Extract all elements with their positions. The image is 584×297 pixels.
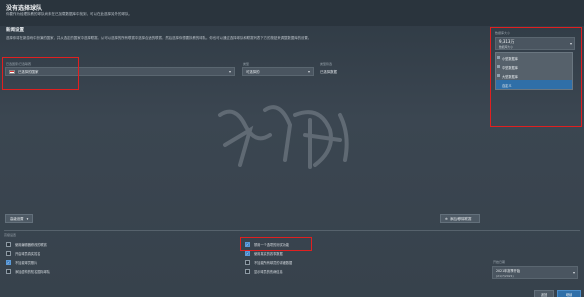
option-checkbox[interactable]: ✓ 使用真实的赛事数据 (245, 250, 283, 257)
add-remove-league-button[interactable]: ⊕ 添加/移除联赛 (440, 214, 480, 223)
league-label: 类型 (243, 62, 250, 66)
checkbox-icon[interactable] (6, 251, 11, 256)
start-date-panel: 开始日期 2021年赛季开始 (21/7/2021) ▾ (492, 258, 580, 284)
chevron-down-icon: ▾ (307, 69, 310, 74)
checkbox-icon[interactable] (6, 242, 11, 247)
checkbox-checked-icon[interactable]: ✓ (245, 251, 250, 256)
league-value: 可选择的 (246, 70, 260, 74)
page-subtitle: 你要作为经理执教的球队尚未在已加载数据库中找到，可以在此选择另外的球队。 (6, 12, 132, 16)
type-label: 类型筛选 (320, 62, 333, 66)
chevron-down-icon: ▾ (26, 216, 29, 221)
plus-icon: ⊕ (445, 216, 448, 221)
type-value: 已选择数据 (320, 70, 337, 74)
back-button[interactable]: 返回 (534, 290, 554, 297)
page-header: 没有选择球队 你要作为经理执教的球队尚未在已加载数据库中找到，可以在此选择另外的… (0, 0, 584, 26)
checkbox-checked-icon[interactable]: ✓ (6, 260, 11, 265)
section-title: 新闻设置 (6, 28, 24, 33)
option-checkbox[interactable]: 显示球员的伤病信息 (245, 268, 283, 275)
highlight-box-database (490, 27, 582, 127)
option-checkbox[interactable]: 不加载所有球员的详细数据 (245, 259, 292, 266)
option-checkbox[interactable]: 添加虚构的知名国际球队 (6, 268, 50, 275)
checkbox-icon[interactable] (6, 269, 11, 274)
section-description: 选择你将在新游戏中扮演的国家，并从选定的国家中选择联赛。从可以选择的所有联赛中选… (6, 36, 312, 40)
page-title: 没有选择球队 (6, 5, 43, 12)
start-date-select[interactable]: 2021年赛季开始 (21/7/2021) ▾ (492, 266, 578, 279)
chevron-down-icon: ▾ (572, 270, 575, 275)
start-date-value: 2021年赛季开始 (496, 269, 521, 273)
option-checkbox[interactable]: ✓ 不加载球员照片 (6, 259, 37, 266)
checkbox-icon[interactable] (245, 260, 250, 265)
chevron-down-icon: ▾ (228, 69, 231, 74)
league-select[interactable]: 可选择的 ▾ (242, 67, 314, 76)
highlight-box-option (240, 237, 312, 251)
continue-button[interactable]: 继续 (557, 290, 581, 297)
options-header: 高级设置 (4, 233, 17, 237)
option-checkbox[interactable]: 使用编辑器修改的联赛 (6, 241, 47, 248)
divider (4, 230, 580, 231)
checkbox-icon[interactable] (245, 269, 250, 274)
start-date-sub: (21/7/2021) (496, 273, 514, 278)
advanced-settings-button[interactable]: 高级设置 ▾ (5, 214, 34, 223)
option-checkbox[interactable]: 开启球员真实姓名 (6, 250, 41, 257)
highlight-box-nation (2, 57, 79, 90)
watermark-logo (218, 105, 349, 169)
start-date-label: 开始日期 (493, 260, 506, 264)
